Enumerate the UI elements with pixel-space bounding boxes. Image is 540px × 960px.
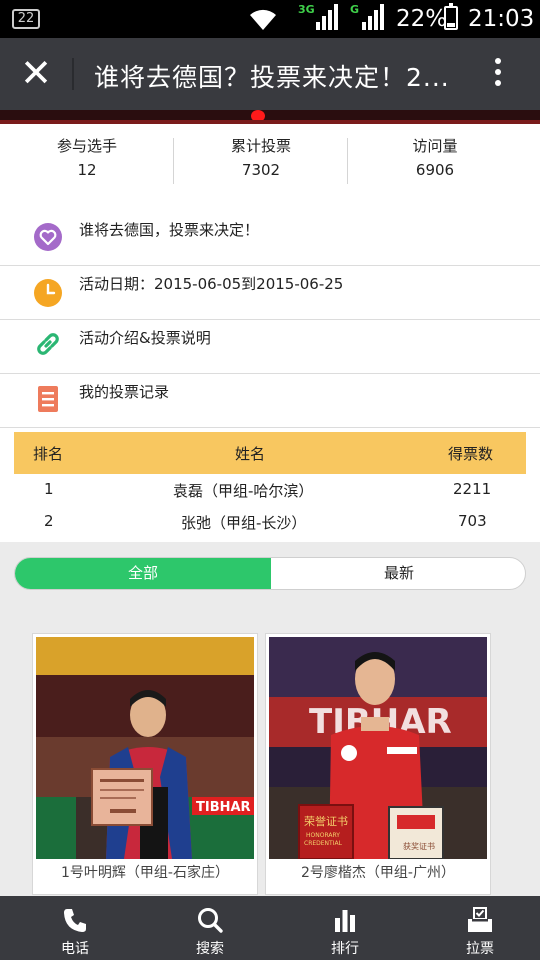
signal-strength-icon-2 [362,4,384,30]
vote-records-link[interactable]: 我的投票记录 [79,381,169,402]
banner-image[interactable] [0,110,540,124]
stat-total-votes: 累计投票 7302 [174,134,348,186]
certificate-title-cn: 荣誉证书 [304,814,348,828]
signal-strength-icon [316,4,338,30]
wifi-icon [250,9,276,30]
ballot-box-icon [468,907,492,932]
table-row[interactable]: 1 袁磊（甲组-哈尔滨） 2211 [14,474,526,506]
nav-label: 拉票 [466,941,494,957]
nav-label: 排行 [331,941,359,957]
event-title-text: 谁将去德国，投票来决定！ [79,221,260,239]
col-rank: 排名 [33,445,64,463]
phone-icon [64,909,86,932]
tab-latest[interactable]: 最新 [271,558,525,589]
search-icon [198,908,223,933]
vote-records-row[interactable]: 我的投票记录 [0,374,540,428]
tab-all[interactable]: 全部 [15,558,271,589]
close-icon[interactable]: ✕ [18,54,54,94]
stat-visits: 访问量 6906 [348,134,522,186]
event-date-text: 活动日期：2015-06-05到2015-06-25 [79,275,344,293]
link-icon [37,333,59,355]
event-date-row: 活动日期：2015-06-05到2015-06-25 [0,266,540,320]
status-bar: 22 3G G 22% 21:03 [0,0,540,38]
stat-value: 12 [77,161,97,179]
award-certificate-label: 获奖证书 [403,841,435,851]
stat-label: 参与选手 [56,137,117,155]
filter-tabs: 全部 最新 [14,557,526,590]
nav-canvass[interactable]: 拉票 [435,896,525,960]
nav-phone[interactable]: 电话 [30,896,120,960]
stat-label: 累计投票 [230,137,291,155]
candidate-card[interactable]: TIBHAR 荣誉证书 HONORARY CREDENTIAL 获奖证书 2号廖… [265,633,491,895]
carousel-indicator [251,110,265,122]
votes-cell: 703 [458,512,487,530]
rank-cell: 1 [44,480,54,498]
event-intro-row[interactable]: 活动介绍&投票说明 [0,320,540,374]
nav-search[interactable]: 搜索 [165,896,255,960]
table-row[interactable]: 2 张弛（甲组-长沙） 703 [14,506,526,538]
more-vert-icon[interactable] [484,54,512,94]
name-cell: 袁磊（甲组-哈尔滨） [173,482,314,500]
nav-label: 电话 [61,941,89,957]
col-name: 姓名 [235,445,266,463]
candidate-caption: 2号廖楷杰（甲组-广州） [301,865,455,881]
bar-chart-icon [335,910,355,932]
nav-label: 搜索 [196,941,224,957]
certificate-title-en-2: CREDENTIAL [304,840,343,847]
page-title: 谁将去德国？投票来决定！2... [94,63,450,92]
col-votes: 得票数 [448,445,494,463]
certificate-title-en-1: HONORARY [306,832,340,839]
event-summary: 参与选手 12 累计投票 7302 访问量 6906 谁将去德国，投票来决定！ … [0,124,540,542]
candidate-caption: 1号叶明辉（甲组-石家庄） [61,865,229,881]
stat-label: 访问量 [412,137,458,155]
candidate-photo[interactable]: TIBHAR 荣誉证书 HONORARY CREDENTIAL 获奖证书 [269,637,487,859]
clock-time: 21:03 [468,6,535,32]
candidate-card[interactable]: TIBHAR 1号叶明辉（甲组-石家庄） [32,633,258,895]
battery-percent: 22% [396,6,448,32]
votes-cell: 2211 [453,480,492,498]
event-title-row: 谁将去德国，投票来决定！ [0,212,540,266]
stat-value: 7302 [241,161,281,179]
name-cell: 张弛（甲组-长沙） [181,514,307,532]
candidate-photo[interactable]: TIBHAR [36,637,254,859]
list-icon [38,386,58,412]
app-bar: ✕ 谁将去德国？投票来决定！2... [0,38,540,110]
battery-icon [444,3,458,30]
rank-cell: 2 [44,512,54,530]
clock-icon [34,279,62,307]
event-intro-link[interactable]: 活动介绍&投票说明 [79,327,211,348]
divider [72,58,74,90]
bottom-nav: 电话 搜索 排行 拉票 [0,896,540,960]
tibhar-sign: TIBHAR [196,800,251,815]
stat-participants: 参与选手 12 [0,134,174,186]
nav-ranking[interactable]: 排行 [300,896,390,960]
stat-value: 6906 [415,161,455,179]
heart-icon [34,223,62,251]
ranking-header: 排名 姓名 得票数 [14,432,526,474]
stats-bar: 参与选手 12 累计投票 7302 访问量 6906 [0,134,540,192]
notification-badge: 22 [12,9,40,29]
